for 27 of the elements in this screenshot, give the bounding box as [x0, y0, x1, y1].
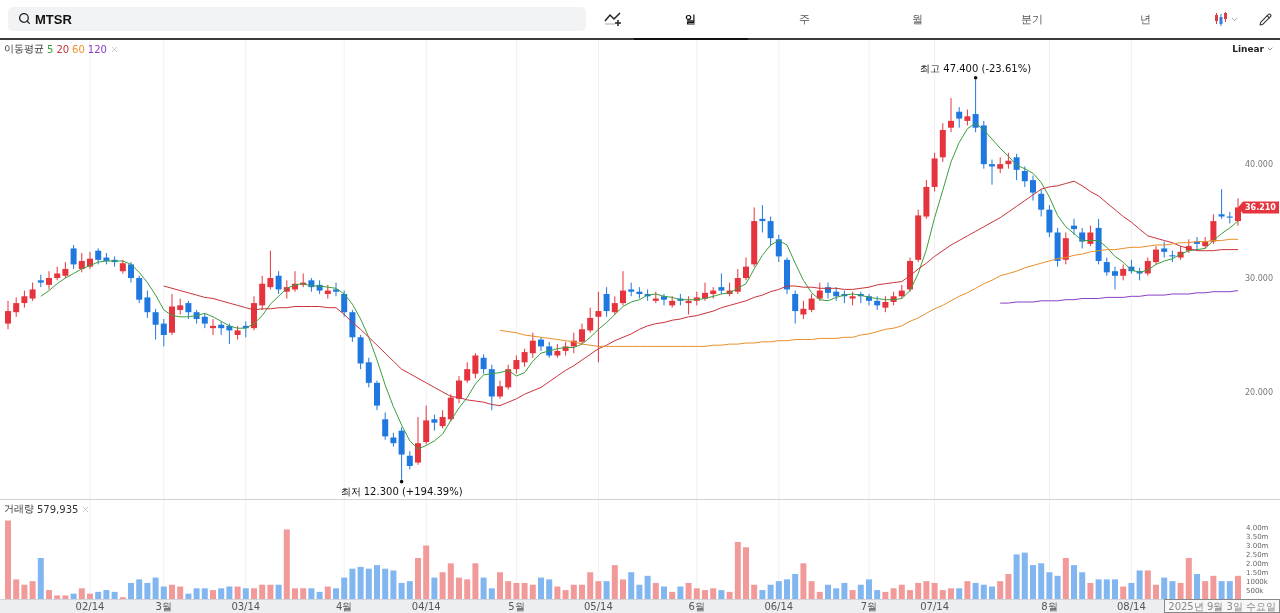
date-axis-label: 03/14	[231, 601, 261, 612]
legend-period: 120	[87, 43, 107, 55]
volume-value: 579,935	[37, 503, 79, 515]
legend-period: 5	[47, 43, 54, 55]
date-axis-label: 3월	[155, 601, 172, 612]
high-price-label: 최고 47.400 (-23.61%)	[920, 62, 1032, 74]
low-price-label: 최저 12.300 (+194.39%)	[340, 485, 463, 497]
legend-period: 20	[56, 43, 70, 55]
date-axis-label: 06/14	[764, 601, 794, 612]
current-price-badge: 36.210	[1238, 201, 1279, 214]
crosshair-date-label: 2025년 9월 3일 수요일	[1164, 599, 1280, 613]
date-axis-label: 6월	[688, 601, 705, 612]
legend-label: 거래량	[4, 502, 34, 516]
legend-label: 이동평균	[4, 42, 44, 56]
date-axis-label: 4월	[336, 601, 353, 612]
price-axis-label: 40.000	[1245, 160, 1273, 170]
price-axis-label: 30.000	[1245, 274, 1273, 284]
date-axis-label: 8월	[1041, 601, 1058, 612]
date-axis-label: 02/14	[75, 601, 105, 612]
price-axis-label: 20.000	[1245, 387, 1273, 397]
date-axis-label: 04/14	[411, 601, 441, 612]
date-axis-label: 05/14	[584, 601, 613, 612]
date-axis-label: 08/14	[1117, 601, 1146, 612]
legend-period: 60	[72, 43, 85, 55]
date-axis-label: 07/14	[920, 601, 949, 612]
date-axis-label: 5월	[508, 601, 525, 612]
date-axis-label: 7월	[860, 601, 878, 612]
